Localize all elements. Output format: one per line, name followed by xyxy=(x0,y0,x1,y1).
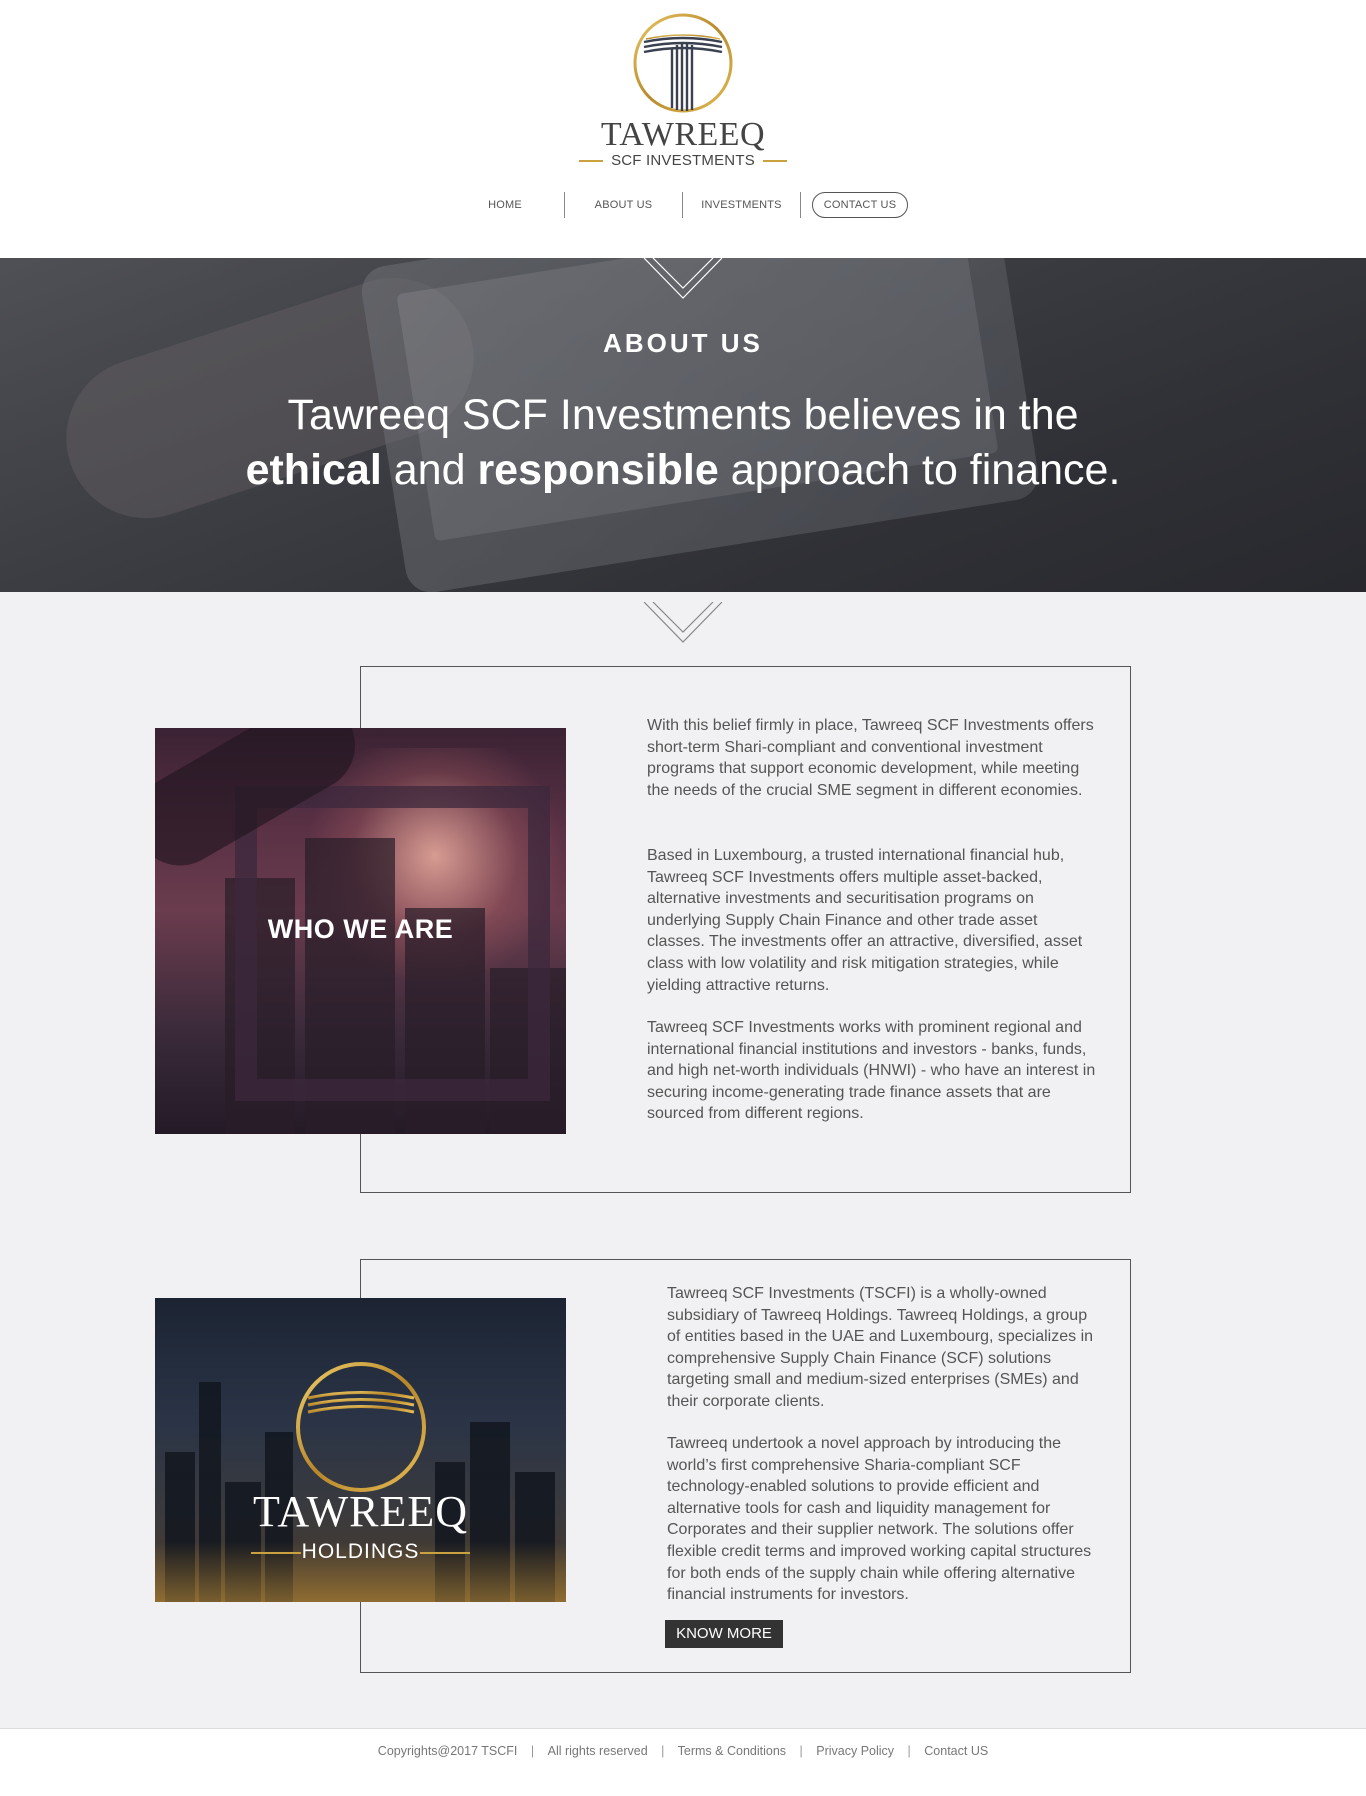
hero-tagline-line1: Tawreeq SCF Investments believes in the xyxy=(287,391,1079,439)
holdings-logo-word: TAWREEQ xyxy=(252,1487,468,1536)
tawreeq-emblem-icon xyxy=(633,13,733,113)
holdings-image: TAWREEQ HOLDINGS xyxy=(155,1298,566,1602)
footer-contact-link[interactable]: Contact US xyxy=(924,1744,988,1758)
hero-banner: ABOUT US Tawreeq SCF Investments believe… xyxy=(0,258,1366,592)
site-header: TAWREEQ SCF INVESTMENTS HOME ABOUT US IN… xyxy=(0,0,1366,258)
chevron-down-icon xyxy=(643,258,723,299)
nav-contact-us[interactable]: CONTACT US xyxy=(812,192,908,218)
who-we-are-paragraph: Tawreeq SCF Investments works with promi… xyxy=(647,1019,1096,1123)
who-we-are-paragraph: Based in Luxembourg, a trusted internati… xyxy=(647,847,1083,994)
footer-separator: | xyxy=(661,1744,665,1758)
who-we-are-label: WHO WE ARE xyxy=(267,914,454,944)
footer-terms-link[interactable]: Terms & Conditions xyxy=(678,1744,786,1758)
brand-subtitle: SCF INVESTMENTS xyxy=(571,152,795,169)
nav-investments[interactable]: INVESTMENTS xyxy=(683,192,800,218)
footer-separator: | xyxy=(799,1744,803,1758)
hero-tagline-end: approach to finance. xyxy=(718,446,1121,494)
nav-divider xyxy=(800,192,801,218)
hero-tagline-and: and xyxy=(381,446,478,494)
who-we-are-image: WHO WE ARE xyxy=(155,728,566,1134)
footer-copyright: Copyrights@2017 TSCFI xyxy=(377,1744,518,1758)
nav-home[interactable]: HOME xyxy=(446,192,564,218)
site-footer: Copyrights@2017 TSCFI | All rights reser… xyxy=(0,1728,1366,1796)
hero-tagline: Tawreeq SCF Investments believes in the … xyxy=(0,388,1366,498)
chevron-down-icon xyxy=(643,602,723,643)
footer-separator: | xyxy=(907,1744,911,1758)
holdings-logo-subtitle: HOLDINGS xyxy=(155,1540,566,1564)
nav-about-us[interactable]: ABOUT US xyxy=(565,192,682,218)
main-nav: HOME ABOUT US INVESTMENTS CONTACT US xyxy=(446,192,920,218)
footer-links: Copyrights@2017 TSCFI | All rights reser… xyxy=(0,1744,1366,1758)
holdings-paragraph: Tawreeq undertook a novel approach by in… xyxy=(667,1435,1092,1604)
hero-title: ABOUT US xyxy=(603,328,763,358)
hero-tagline-responsible: responsible xyxy=(477,446,719,494)
tawreeq-logo[interactable]: TAWREEQ SCF INVESTMENTS xyxy=(571,8,795,169)
holdings-paragraph: Tawreeq SCF Investments (TSCFI) is a who… xyxy=(667,1285,1094,1410)
know-more-button[interactable]: KNOW MORE xyxy=(665,1620,783,1648)
brand-name: TAWREEQ xyxy=(600,116,766,153)
footer-privacy-link[interactable]: Privacy Policy xyxy=(816,1744,894,1758)
who-we-are-paragraph: With this belief firmly in place, Tawree… xyxy=(647,717,1094,799)
main-content: WHO WE ARE With this belief firmly in pl… xyxy=(0,592,1366,1728)
footer-separator: | xyxy=(530,1744,535,1758)
footer-rights: All rights reserved xyxy=(547,1744,648,1758)
hero-tagline-ethical: ethical xyxy=(245,446,382,494)
tawreeq-holdings-emblem-icon xyxy=(296,1362,426,1492)
